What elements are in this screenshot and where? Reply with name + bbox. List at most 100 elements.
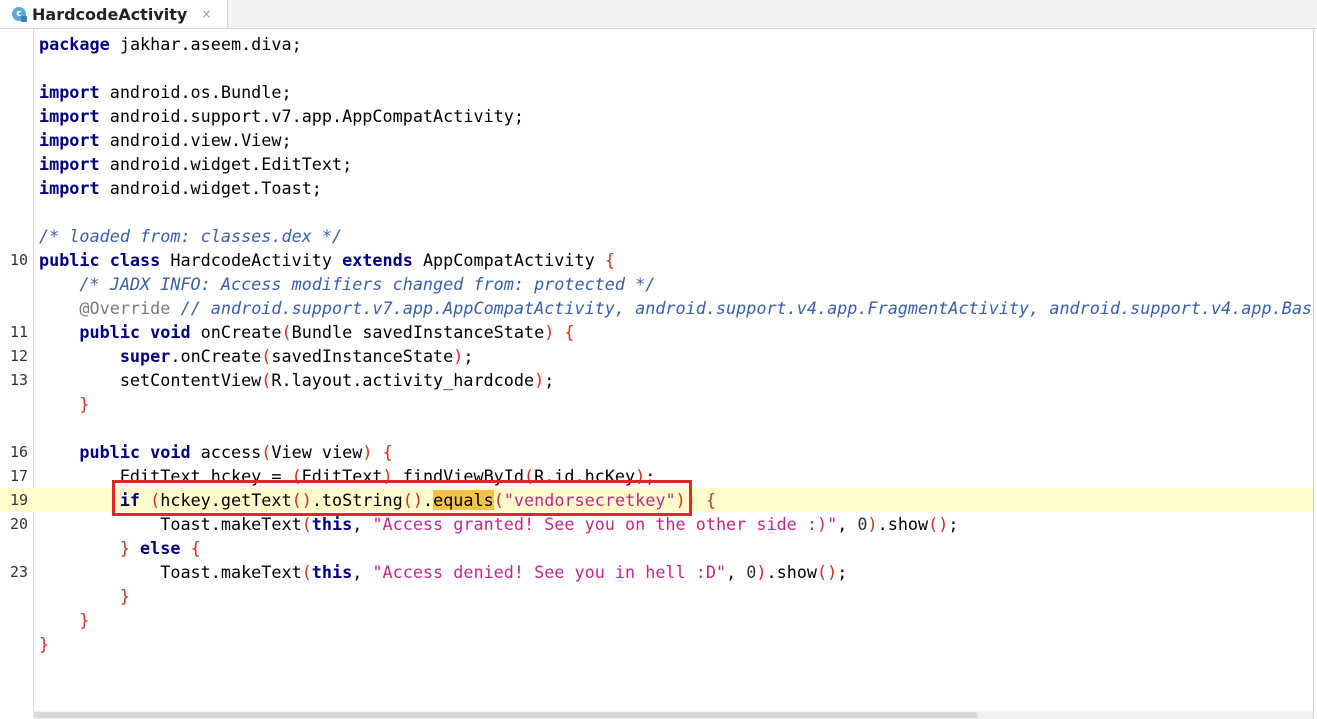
code-token: .show [877, 514, 929, 534]
code-token: Toast.makeText [39, 514, 302, 534]
code-line[interactable]: 13 setContentView(R.layout.activity_hard… [0, 368, 1313, 392]
code-token: HardcodeActivity [160, 250, 343, 270]
line-number: 11 [9, 323, 28, 341]
tab-title: HardcodeActivity [32, 4, 188, 24]
code-token: } [119, 586, 130, 606]
code-token: AppCompatActivity [412, 250, 605, 270]
highlight-annotation-box [112, 480, 692, 516]
code-line[interactable]: import android.widget.Toast; [0, 176, 1313, 200]
code-token: import [39, 130, 100, 150]
code-token: "Access granted! See you on the other si… [372, 514, 838, 534]
code-line[interactable]: 12 super.onCreate(savedInstanceState); [0, 344, 1313, 368]
code-token: ) [544, 322, 555, 342]
code-editor[interactable]: package jakhar.aseem.diva; import android… [0, 32, 1313, 656]
code-token: public void [79, 322, 191, 342]
code-line[interactable]: import android.widget.EditText; [0, 152, 1313, 176]
code-line[interactable] [0, 416, 1313, 440]
line-number: 19 [9, 491, 28, 509]
line-number: 16 [9, 443, 28, 461]
scrollbar-thumb[interactable] [33, 712, 978, 718]
code-token: onCreate [190, 322, 282, 342]
code-token: } [79, 610, 90, 630]
code-token: Bundle savedInstanceState [291, 322, 545, 342]
editor-right-border [1313, 28, 1314, 719]
line-number: 23 [9, 563, 28, 581]
code-line[interactable]: 23 Toast.makeText(this, "Access denied! … [0, 560, 1313, 584]
close-icon[interactable]: × [201, 7, 211, 21]
code-token: super [119, 346, 171, 366]
code-token: } [79, 394, 90, 414]
code-token: ; [948, 514, 959, 534]
code-text: setContentView(R.layout.activity_hardcod… [39, 368, 1313, 392]
code-line[interactable]: } [0, 608, 1313, 632]
code-text: import android.widget.Toast; [39, 176, 1313, 200]
code-token: { [190, 538, 201, 558]
code-text: Toast.makeText(this, "Access denied! See… [39, 560, 1313, 584]
code-token: import [39, 106, 100, 126]
code-line[interactable]: @Override // android.support.v7.app.AppC… [0, 296, 1313, 320]
code-line[interactable]: package jakhar.aseem.diva; [0, 32, 1313, 56]
code-line[interactable]: 16 public void access(View view) { [0, 440, 1313, 464]
code-line[interactable]: 11 public void onCreate(Bundle savedInst… [0, 320, 1313, 344]
code-token: setContentView [39, 370, 262, 390]
code-token: ) [867, 514, 878, 534]
code-token: extends [342, 250, 413, 270]
code-token: .onCreate [170, 346, 262, 366]
code-line[interactable] [0, 56, 1313, 80]
code-token: { [382, 442, 393, 462]
code-text: /* JADX INFO: Access modifiers changed f… [39, 272, 1313, 296]
code-token: import [39, 154, 100, 174]
code-text: } [39, 584, 1313, 608]
code-token: this [311, 562, 353, 582]
code-text: } else { [39, 536, 1313, 560]
code-token: () [928, 514, 949, 534]
line-number: 17 [9, 467, 28, 485]
code-line[interactable]: 10 public class HardcodeActivity extends … [0, 248, 1313, 272]
code-token: android.view.View; [99, 130, 292, 150]
code-token: , [837, 514, 858, 534]
code-line[interactable]: } [0, 584, 1313, 608]
code-token: ) [534, 370, 545, 390]
code-line[interactable]: /* loaded from: classes.dex */ [0, 224, 1313, 248]
code-line[interactable]: import android.support.v7.app.AppCompatA… [0, 104, 1313, 128]
code-line[interactable]: import android.view.View; [0, 128, 1313, 152]
code-token: ) [362, 442, 373, 462]
horizontal-scrollbar[interactable] [33, 711, 1313, 719]
code-token: , [726, 562, 747, 582]
code-token: } [39, 634, 50, 654]
code-token: ) [756, 562, 767, 582]
code-line[interactable] [0, 200, 1313, 224]
tab-hardcode-activity[interactable]: c HardcodeActivity × [0, 0, 228, 28]
code-token: android.widget.Toast; [99, 178, 322, 198]
code-token: public void [79, 442, 191, 462]
code-token: android.os.Bundle; [99, 82, 292, 102]
code-token: import [39, 178, 100, 198]
code-line[interactable]: } [0, 632, 1313, 656]
code-token: package [39, 34, 110, 54]
code-token: public class [39, 250, 161, 270]
code-text: import android.support.v7.app.AppCompatA… [39, 104, 1313, 128]
code-token: ( [301, 514, 312, 534]
code-token: 0 [746, 562, 757, 582]
code-token: 0 [857, 514, 868, 534]
code-token: , [352, 562, 373, 582]
code-token: this [311, 514, 353, 534]
code-text: /* loaded from: classes.dex */ [39, 224, 1313, 248]
code-text: public void onCreate(Bundle savedInstanc… [39, 320, 1313, 344]
code-line[interactable]: /* JADX INFO: Access modifiers changed f… [0, 272, 1313, 296]
code-token: ) [453, 346, 464, 366]
code-line[interactable]: } [0, 392, 1313, 416]
code-line[interactable]: } else { [0, 536, 1313, 560]
code-line[interactable]: import android.os.Bundle; [0, 80, 1313, 104]
code-token: ; [463, 346, 474, 366]
